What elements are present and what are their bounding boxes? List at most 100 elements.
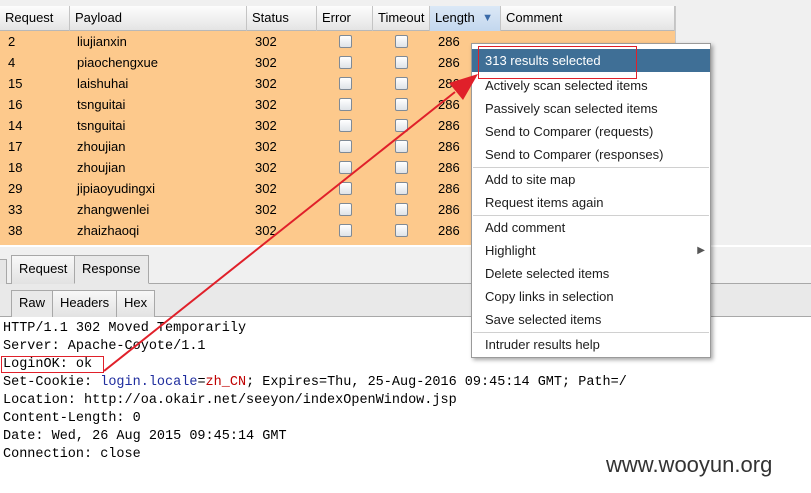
cell-timeout: [373, 199, 430, 220]
cell-error: [317, 73, 373, 94]
cell-payload: zhangwenlei: [77, 202, 150, 217]
cell-timeout: [373, 136, 430, 157]
cell-status: 302: [255, 55, 277, 70]
cell-timeout: [373, 220, 430, 241]
cookie-name: login.locale: [100, 375, 198, 390]
cell-timeout: [373, 73, 430, 94]
cookie-value: zh_CN: [205, 375, 247, 390]
cell-request: 33: [8, 202, 23, 217]
cell-timeout: [373, 31, 430, 52]
cell-payload: tsnguitai: [77, 97, 126, 112]
error-checkbox[interactable]: [338, 182, 352, 196]
cookie-prefix: Set-Cookie:: [3, 375, 101, 390]
menu-item-add-comment[interactable]: Add comment: [472, 216, 710, 239]
cell-payload: tsnguitai: [77, 118, 126, 133]
cell-request: 4: [8, 55, 16, 70]
menu-item-help[interactable]: Intruder results help: [472, 333, 710, 356]
menu-item-comparer-responses[interactable]: Send to Comparer (responses): [472, 143, 710, 166]
menu-item-request-again[interactable]: Request items again: [472, 191, 710, 214]
cell-status: 302: [255, 34, 277, 49]
cell-request: 29: [8, 181, 23, 196]
response-status-line: HTTP/1.1 302 Moved Temporarily: [3, 321, 247, 336]
error-checkbox[interactable]: [338, 203, 352, 217]
menu-item-save-selected[interactable]: Save selected items: [472, 308, 710, 331]
tab-request[interactable]: Request: [11, 255, 76, 284]
cell-request: 15: [8, 76, 23, 91]
tab-stub: [0, 259, 7, 284]
cell-timeout: [373, 52, 430, 73]
column-header-request[interactable]: Request: [0, 6, 70, 31]
response-server-header: Server: Apache-Coyote/1.1: [3, 339, 206, 354]
cell-status: 302: [255, 223, 277, 238]
column-header-comment[interactable]: Comment: [501, 6, 675, 31]
column-header-payload[interactable]: Payload: [70, 6, 247, 31]
cell-timeout: [373, 157, 430, 178]
cell-request: 14: [8, 118, 23, 133]
timeout-checkbox[interactable]: [395, 140, 408, 154]
cell-request: 16: [8, 97, 23, 112]
cell-payload: jipiaoyudingxi: [77, 181, 156, 196]
response-content-length-header: Content-Length: 0: [3, 411, 141, 426]
response-set-cookie-header: Set-Cookie: login.locale=zh_CN; Expires=…: [3, 374, 627, 392]
timeout-checkbox[interactable]: [395, 182, 408, 196]
column-header-status[interactable]: Status: [247, 6, 317, 31]
cookie-equals: =: [197, 375, 206, 390]
cell-timeout: [373, 178, 430, 199]
timeout-checkbox[interactable]: [395, 203, 408, 217]
column-header-error[interactable]: Error: [317, 6, 373, 31]
cell-error: [317, 220, 373, 241]
cell-payload: zhoujian: [77, 160, 126, 175]
cell-error: [317, 52, 373, 73]
cell-error: [317, 178, 373, 199]
cell-error: [317, 136, 373, 157]
column-header-length[interactable]: Length ▼: [430, 6, 501, 31]
cell-status: 302: [255, 76, 277, 91]
timeout-checkbox[interactable]: [395, 161, 408, 175]
error-checkbox[interactable]: [338, 224, 352, 238]
cell-error: [317, 115, 373, 136]
table-header: Request Payload Status Error Timeout Len…: [0, 6, 675, 31]
timeout-checkbox[interactable]: [395, 56, 408, 70]
tab-headers[interactable]: Headers: [52, 290, 118, 317]
menu-item-copy-links[interactable]: Copy links in selection: [472, 285, 710, 308]
error-checkbox[interactable]: [338, 77, 352, 91]
timeout-checkbox[interactable]: [395, 35, 408, 49]
error-checkbox[interactable]: [338, 119, 352, 133]
cell-status: 302: [255, 97, 277, 112]
tab-hex[interactable]: Hex: [116, 290, 156, 317]
cell-status: 302: [255, 139, 277, 154]
error-checkbox[interactable]: [338, 161, 352, 175]
context-menu: 313 results selected Actively scan selec…: [471, 43, 711, 358]
selection-count-highlight-box: [478, 46, 637, 79]
error-checkbox[interactable]: [338, 98, 352, 112]
error-checkbox[interactable]: [338, 56, 352, 70]
cell-payload: piaochengxue: [77, 55, 158, 70]
error-checkbox[interactable]: [338, 140, 352, 154]
column-header-length-label: Length: [435, 10, 475, 25]
loginok-highlight-box: [1, 356, 104, 373]
error-checkbox[interactable]: [338, 35, 352, 49]
tab-raw[interactable]: Raw: [11, 290, 54, 317]
timeout-checkbox[interactable]: [395, 98, 408, 112]
timeout-checkbox[interactable]: [395, 224, 408, 238]
cell-error: [317, 157, 373, 178]
timeout-checkbox[interactable]: [395, 77, 408, 91]
sort-descending-icon: ▼: [482, 12, 493, 24]
cell-payload: zhaizhaoqi: [77, 223, 140, 238]
timeout-checkbox[interactable]: [395, 119, 408, 133]
menu-item-highlight[interactable]: Highlight ▶: [472, 239, 710, 262]
menu-item-passive-scan[interactable]: Passively scan selected items: [472, 97, 710, 120]
menu-item-comparer-requests[interactable]: Send to Comparer (requests): [472, 120, 710, 143]
tab-response[interactable]: Response: [74, 255, 149, 284]
cell-request: 17: [8, 139, 23, 154]
menu-item-delete-selected[interactable]: Delete selected items: [472, 262, 710, 285]
cell-error: [317, 199, 373, 220]
cell-request: 18: [8, 160, 23, 175]
cell-payload: zhoujian: [77, 139, 126, 154]
column-header-timeout[interactable]: Timeout: [373, 6, 430, 31]
menu-item-add-site-map[interactable]: Add to site map: [472, 168, 710, 191]
cell-request: 2: [8, 34, 16, 49]
watermark: www.wooyun.org: [606, 452, 773, 477]
menu-item-highlight-label: Highlight: [485, 243, 536, 258]
cell-error: [317, 94, 373, 115]
